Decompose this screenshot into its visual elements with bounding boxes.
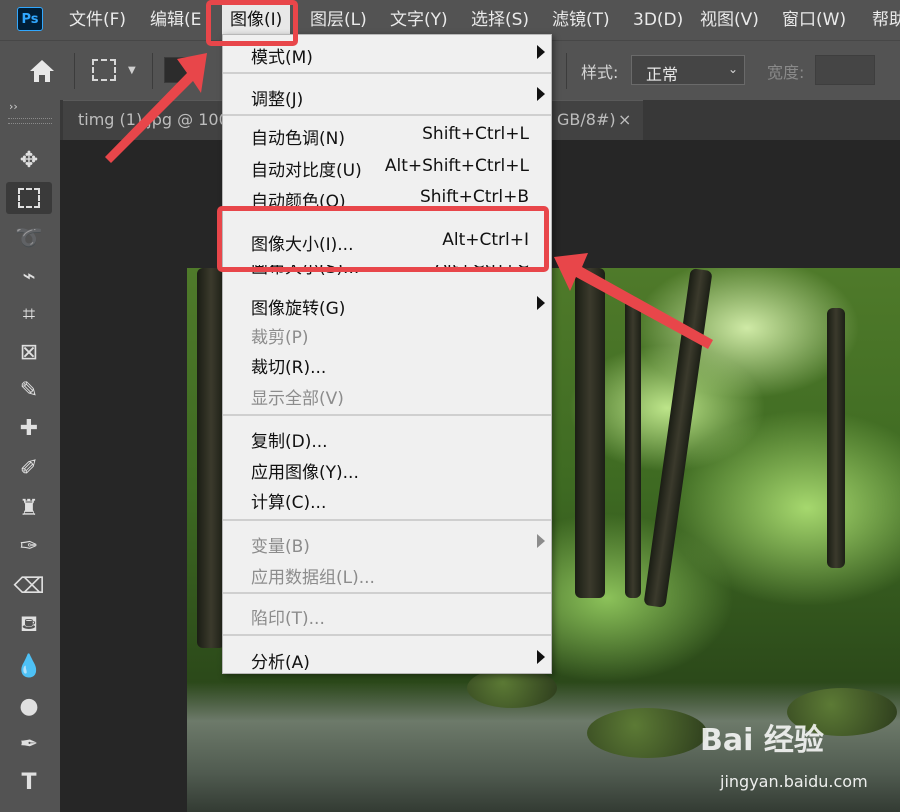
frame-tool-icon[interactable]: ⊠ <box>6 336 52 368</box>
menu-separator <box>223 414 551 416</box>
menu-item-label: 模式(M) <box>251 48 313 68</box>
chevron-down-icon: ⌄ <box>727 62 738 76</box>
menu-3d[interactable]: 3D(D) <box>633 0 683 40</box>
menu-item-trim[interactable]: 裁切(R)... <box>223 349 551 379</box>
document-tab-mode: GB/8#) <box>557 110 616 129</box>
watermark-brand: Bai 经验 <box>700 723 824 758</box>
menu-item-shortcut: Alt+Shift+Ctrl+L <box>384 156 529 176</box>
menu-item-label: 陷印(T)... <box>251 609 325 629</box>
home-icon[interactable] <box>28 57 56 85</box>
mossy-rock <box>467 668 557 708</box>
image-menu-dropdown: 模式(M) 调整(J) 自动色调(N) Shift+Ctrl+L 自动对比度(U… <box>222 34 552 674</box>
tree-trunk <box>827 308 845 568</box>
history-brush-tool-icon[interactable]: ✑ <box>6 530 52 562</box>
menu-separator <box>223 634 551 636</box>
menu-item-auto-contrast[interactable]: 自动对比度(U) Alt+Shift+Ctrl+L <box>223 152 551 182</box>
clone-stamp-tool-icon[interactable]: ♜ <box>6 492 52 524</box>
style-select-value: 正常 <box>646 65 679 84</box>
options-separator <box>74 53 75 89</box>
menu-item-shortcut: Shift+Ctrl+B <box>419 187 529 207</box>
submenu-arrow-icon <box>537 87 545 101</box>
menu-view[interactable]: 视图(V) <box>700 0 759 40</box>
menu-item-trap: 陷印(T)... <box>223 600 551 630</box>
menu-item-label: 分析(A) <box>251 653 310 673</box>
menu-item-variables: 变量(B) <box>223 528 551 558</box>
crop-tool-icon[interactable]: ⌗ <box>6 298 52 330</box>
menu-item-apply-data-set: 应用数据组(L)... <box>223 559 551 589</box>
lasso-tool-icon[interactable]: ➰ <box>6 222 52 254</box>
menu-item-crop: 裁剪(P) <box>223 319 551 349</box>
annotation-highlight-menu-image <box>206 0 298 46</box>
menu-item-auto-tone[interactable]: 自动色调(N) Shift+Ctrl+L <box>223 120 551 150</box>
mossy-rock <box>587 708 707 758</box>
menu-item-label: 图像旋转(G) <box>251 299 346 319</box>
type-tool-icon[interactable]: T <box>6 766 52 798</box>
style-select[interactable]: 正常 ⌄ <box>631 55 745 85</box>
eyedropper-tool-icon[interactable]: ✎ <box>6 374 52 406</box>
menu-item-duplicate[interactable]: 复制(D)... <box>223 423 551 453</box>
dodge-tool-icon[interactable]: ● <box>6 690 52 722</box>
healing-brush-tool-icon[interactable]: ✚ <box>6 412 52 444</box>
menu-edit[interactable]: 编辑(E <box>150 0 201 40</box>
width-label: 宽度: <box>767 63 805 82</box>
eraser-tool-icon[interactable]: ⌫ <box>6 570 52 602</box>
menu-item-calculations[interactable]: 计算(C)... <box>223 484 551 514</box>
marquee-tool-icon[interactable] <box>6 182 52 214</box>
style-label: 样式: <box>581 63 619 82</box>
menu-item-reveal-all: 显示全部(V) <box>223 380 551 410</box>
menu-separator <box>223 592 551 594</box>
menu-separator <box>223 519 551 521</box>
menu-separator <box>223 114 551 116</box>
paint-bucket-tool-icon[interactable]: ⛾ <box>6 610 52 642</box>
options-separator <box>566 53 567 89</box>
menu-item-label: 自动对比度(U) <box>251 161 362 181</box>
submenu-arrow-icon <box>537 650 545 664</box>
menu-item-shortcut: Shift+Ctrl+L <box>422 124 529 144</box>
menu-item-label: 自动色调(N) <box>251 129 345 149</box>
toolbar-grip[interactable] <box>8 118 52 124</box>
menu-item-adjustments[interactable]: 调整(J) <box>223 81 551 111</box>
pen-tool-icon[interactable]: ✒ <box>6 728 52 760</box>
quick-selection-tool-icon[interactable]: ⌁ <box>6 260 52 292</box>
annotation-arrow-icon <box>554 253 713 349</box>
annotation-arrow-icon <box>105 53 207 163</box>
menu-item-image-rotation[interactable]: 图像旋转(G) <box>223 290 551 320</box>
menu-item-label: 裁切(R)... <box>251 358 327 378</box>
close-icon[interactable]: × <box>618 110 631 129</box>
menu-item-label: 调整(J) <box>251 90 304 110</box>
annotation-highlight-image-size <box>217 206 549 272</box>
menu-item-label: 复制(D)... <box>251 432 328 452</box>
menu-item-label: 变量(B) <box>251 537 310 557</box>
baidu-watermark: Bai 经验 jingyan.baidu.com <box>700 715 900 812</box>
menu-item-label: 应用图像(Y)... <box>251 463 359 483</box>
width-input[interactable] <box>815 55 875 85</box>
tools-panel: ›› ✥ ➰ ⌁ ⌗ ⊠ ✎ ✚ ✐ ♜ ✑ ⌫ ⛾ 💧 ● ✒ T <box>0 100 61 812</box>
menu-item-label: 应用数据组(L)... <box>251 568 375 588</box>
menu-window[interactable]: 窗口(W) <box>782 0 846 40</box>
collapse-toolbar-button[interactable]: ›› <box>9 100 18 113</box>
brush-tool-icon[interactable]: ✐ <box>6 452 52 484</box>
menu-item-analysis[interactable]: 分析(A) <box>223 644 551 673</box>
submenu-arrow-icon <box>537 534 545 548</box>
move-tool-icon[interactable]: ✥ <box>6 144 52 176</box>
menu-file[interactable]: 文件(F) <box>69 0 126 40</box>
menu-item-label: 显示全部(V) <box>251 389 344 409</box>
menu-item-apply-image[interactable]: 应用图像(Y)... <box>223 454 551 484</box>
menu-filter[interactable]: 滤镜(T) <box>552 0 610 40</box>
menu-help[interactable]: 帮助 <box>872 0 900 40</box>
menu-item-label: 计算(C)... <box>251 493 327 513</box>
submenu-arrow-icon <box>537 296 545 310</box>
menu-item-label: 裁剪(P) <box>251 328 309 348</box>
tree-trunk <box>197 268 225 648</box>
menu-separator <box>223 72 551 74</box>
watermark-url: jingyan.baidu.com <box>720 772 868 791</box>
blur-tool-icon[interactable]: 💧 <box>6 650 52 682</box>
submenu-arrow-icon <box>537 45 545 59</box>
photoshop-logo: Ps <box>17 7 43 31</box>
